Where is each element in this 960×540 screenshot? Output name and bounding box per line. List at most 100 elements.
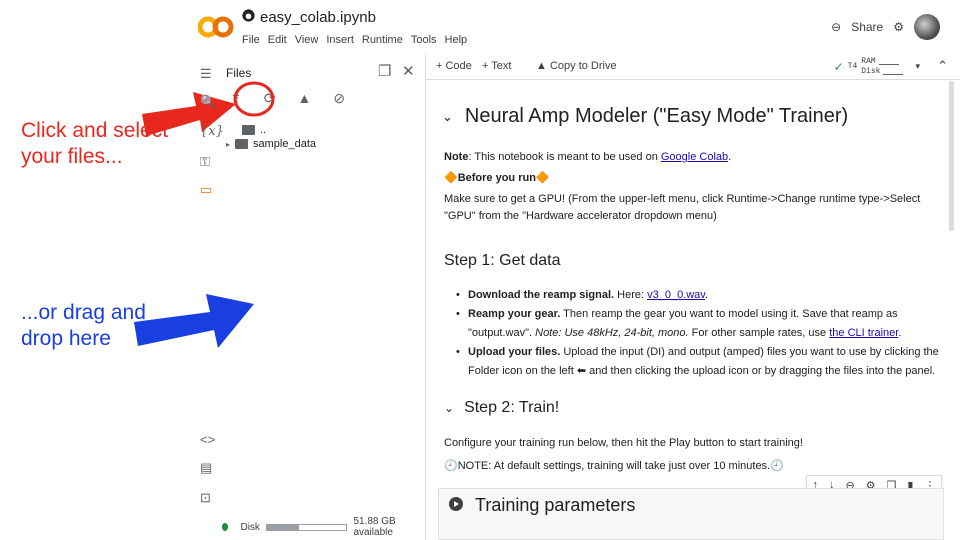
disk-status: Disk 51.88 GB available: [222, 516, 422, 538]
tree-item-label: ..: [260, 124, 267, 136]
copy-to-drive-label: Copy to Drive: [549, 60, 617, 72]
step1-list: Download the reamp signal. Here: v3_0_0.…: [456, 286, 946, 381]
avatar[interactable]: [914, 14, 940, 40]
click-annotation-text: Click and select your files...: [21, 119, 169, 168]
menu-edit[interactable]: Edit: [268, 34, 287, 46]
add-text-button[interactable]: + Text: [482, 60, 511, 72]
cli-trainer-link[interactable]: the CLI trainer: [829, 327, 898, 339]
folder-icon: [235, 139, 249, 149]
copy-to-drive-button[interactable]: ▲ Copy to Drive: [536, 60, 617, 72]
play-icon[interactable]: [449, 497, 463, 511]
bullet-bold: Download the reamp signal.: [468, 289, 615, 301]
menu-view[interactable]: View: [295, 34, 319, 46]
note-text: : This notebook is meant to be used on: [468, 151, 661, 163]
drag-annotation-text: ...or drag and drop here: [21, 301, 146, 350]
list-item: Download the reamp signal. Here: v3_0_0.…: [456, 286, 946, 305]
ram-bar: [878, 59, 899, 65]
note-time-text: 🕘NOTE: At default settings, training wil…: [444, 460, 784, 472]
disk-bar: [883, 69, 904, 75]
bullet-text: Here:: [614, 289, 648, 301]
chevron-up-icon[interactable]: ⌃: [937, 58, 948, 74]
close-icon[interactable]: ✕: [402, 62, 415, 80]
step1-text: Step 1: Get data: [444, 252, 561, 269]
header-actions: ⊖ Share ⚙: [831, 14, 940, 40]
training-parameters-cell[interactable]: Training parameters: [438, 488, 944, 540]
colab-logo[interactable]: [198, 14, 234, 40]
configure-text: Configure your training run below, then …: [444, 437, 803, 449]
gpu-instructions: Make sure to get a GPU! (From the upper-…: [444, 193, 921, 222]
menu-insert[interactable]: Insert: [326, 34, 354, 46]
command-palette-icon[interactable]: ▤: [200, 460, 212, 476]
status-dot: [222, 523, 229, 531]
tree-row-sample-data[interactable]: ▸ sample_data: [226, 138, 316, 150]
variables-icon[interactable]: {x}: [200, 124, 224, 139]
bullet-bold: Reamp your gear.: [468, 308, 561, 320]
notebook-title-label: easy_colab.ipynb: [260, 9, 376, 26]
github-icon: [242, 9, 255, 26]
gear-icon[interactable]: ⚙: [893, 20, 904, 34]
link-icon: ⊖: [831, 20, 842, 34]
colab-header: easy_colab.ipynb File Edit View Insert R…: [190, 0, 960, 54]
disk-label: Disk: [861, 67, 881, 76]
collapse-chevron-icon[interactable]: ⌄: [442, 109, 453, 125]
list-item: Reamp your gear. Then reamp the gear you…: [456, 305, 946, 343]
resource-bars: RAM Disk: [861, 57, 904, 76]
mount-drive-icon[interactable]: ▲: [297, 90, 311, 107]
share-button[interactable]: Share: [851, 20, 883, 34]
drive-icon: ▲: [536, 60, 547, 72]
menu-tools[interactable]: Tools: [411, 34, 437, 46]
bullet-end: .: [704, 289, 709, 301]
bullet-italic: Note: Use 48kHz, 24-bit, mono.: [535, 327, 689, 339]
scrollbar[interactable]: [949, 81, 954, 231]
menu-runtime[interactable]: Runtime: [362, 34, 403, 46]
notebook-body: ⌄ Neural Amp Modeler ("Easy Mode" Traine…: [426, 81, 960, 540]
code-snippets-icon[interactable]: <>: [200, 432, 215, 447]
runtime-status[interactable]: ✓ T4 RAM Disk ▾: [834, 57, 920, 76]
reamp-signal-link[interactable]: v3_0_0.wav: [647, 289, 705, 301]
list-item: Upload your files. Upload the input (DI)…: [456, 343, 946, 381]
files-title: Files: [226, 66, 252, 80]
red-circle-annotation: [233, 81, 275, 117]
disk-available: 51.88 GB available: [353, 516, 396, 538]
menu-help[interactable]: Help: [445, 34, 468, 46]
bullet-text: For other sample rates, use: [688, 327, 830, 339]
folder-icon[interactable]: ▭: [200, 182, 212, 198]
note-paragraph: Note: This notebook is meant to be used …: [444, 149, 944, 166]
cell-title: Training parameters: [475, 495, 636, 515]
terminal-icon[interactable]: ⊡: [200, 490, 211, 506]
folder-icon: [242, 125, 255, 135]
tree-item-label: sample_data: [253, 138, 317, 150]
key-icon[interactable]: ⚿: [200, 154, 210, 170]
step2-text: Step 2: Train!: [464, 399, 560, 416]
notebook-heading: ⌄ Neural Amp Modeler ("Easy Mode" Traine…: [442, 105, 848, 128]
menu-file[interactable]: File: [242, 34, 260, 46]
step1-heading: Step 1: Get data: [444, 252, 561, 270]
left-rail: ☰ 🔍 {x} ⚿ ▭ <> ▤ ⊡: [190, 54, 224, 540]
notebook-toolbar: + Code + Text ▲ Copy to Drive ✓ T4 RAM D…: [426, 54, 960, 80]
notebook-title[interactable]: easy_colab.ipynb: [242, 9, 376, 26]
note-end: .: [728, 151, 732, 163]
step2-heading: ⌄ Step 2: Train!: [444, 399, 559, 417]
add-code-button[interactable]: + Code: [436, 60, 472, 72]
bullet-bold: Upload your files.: [468, 346, 561, 358]
heading-text: Neural Amp Modeler ("Easy Mode" Trainer): [464, 105, 849, 127]
chevron-down-icon[interactable]: ▾: [915, 61, 920, 72]
note-bold: Note: [444, 151, 469, 163]
toc-icon[interactable]: ☰: [200, 66, 212, 82]
hide-files-icon[interactable]: ⊘: [333, 90, 345, 107]
collapse-chevron-icon[interactable]: ⌄: [444, 401, 454, 415]
google-colab-link[interactable]: Google Colab: [661, 151, 728, 163]
gpu-label: T4: [847, 62, 858, 71]
check-icon: ✓: [833, 59, 844, 74]
tree-row-parent[interactable]: ..: [242, 124, 266, 136]
search-icon[interactable]: 🔍: [200, 94, 216, 110]
disk-label: Disk: [240, 521, 260, 533]
open-in-tab-icon[interactable]: ❐: [378, 62, 391, 80]
chevron-right-icon[interactable]: ▸: [226, 140, 230, 149]
ram-label: RAM: [861, 57, 876, 66]
before-run-heading: 🔶Before you run🔶: [444, 172, 550, 184]
bullet-end: .: [898, 327, 902, 339]
disk-usage-bar: [265, 523, 348, 531]
disk-usage-fill: [266, 524, 299, 530]
menu-bar: File Edit View Insert Runtime Tools Help: [242, 34, 467, 46]
